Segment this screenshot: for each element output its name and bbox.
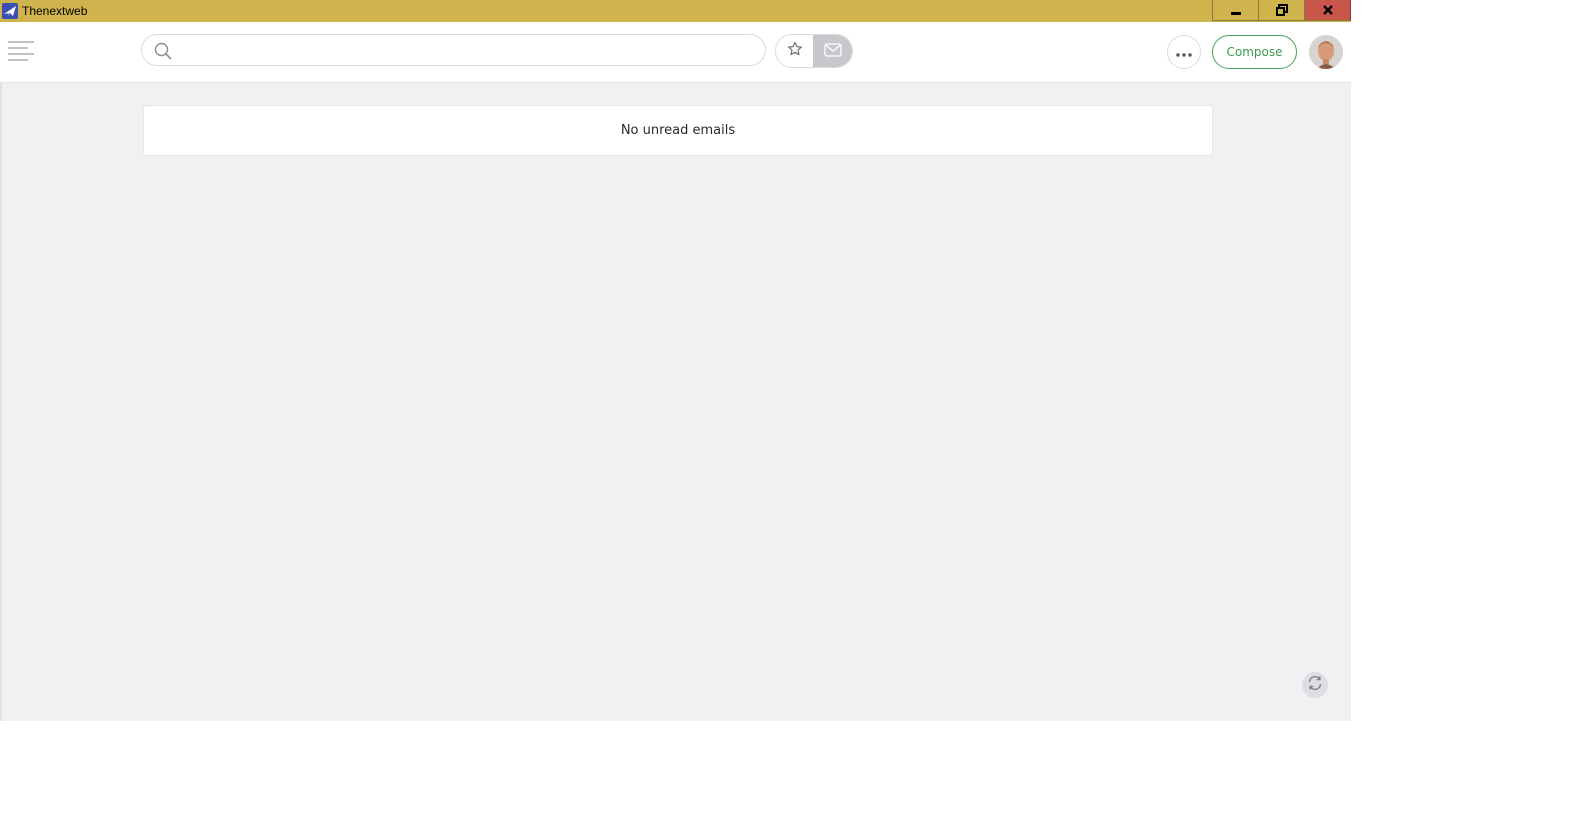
window-title: Thenextweb: [22, 4, 88, 18]
restore-icon: [1275, 1, 1288, 20]
search-icon: [153, 41, 173, 61]
refresh-icon: [1306, 674, 1324, 696]
user-avatar[interactable]: [1309, 35, 1343, 69]
compose-button[interactable]: Compose: [1212, 35, 1297, 69]
top-toolbar: Compose: [0, 22, 1351, 83]
empty-state-card: No unread emails: [143, 105, 1213, 156]
title-bar[interactable]: Thenextweb: [0, 0, 1351, 22]
hamburger-menu-icon[interactable]: [8, 40, 36, 62]
unread-filter-button[interactable]: [813, 35, 852, 67]
close-icon: [1322, 1, 1334, 20]
restore-button[interactable]: [1258, 0, 1304, 21]
search-input[interactable]: [178, 39, 752, 63]
paper-plane-icon: [2, 3, 18, 19]
empty-state-message: No unread emails: [620, 123, 736, 138]
refresh-button[interactable]: [1302, 672, 1328, 698]
minimize-icon: [1230, 1, 1242, 20]
left-border: [0, 83, 2, 721]
more-options-button[interactable]: [1167, 35, 1201, 69]
starred-filter-button[interactable]: [776, 35, 814, 67]
more-horizontal-icon: [1175, 43, 1193, 62]
search-box[interactable]: [141, 34, 766, 66]
star-icon: [787, 41, 803, 61]
filter-toggle-group: [775, 34, 853, 68]
minimize-button[interactable]: [1212, 0, 1258, 21]
mail-icon: [823, 42, 842, 61]
close-button[interactable]: [1304, 0, 1351, 21]
app-window: Thenextweb Compose No unread emails: [0, 0, 1351, 721]
